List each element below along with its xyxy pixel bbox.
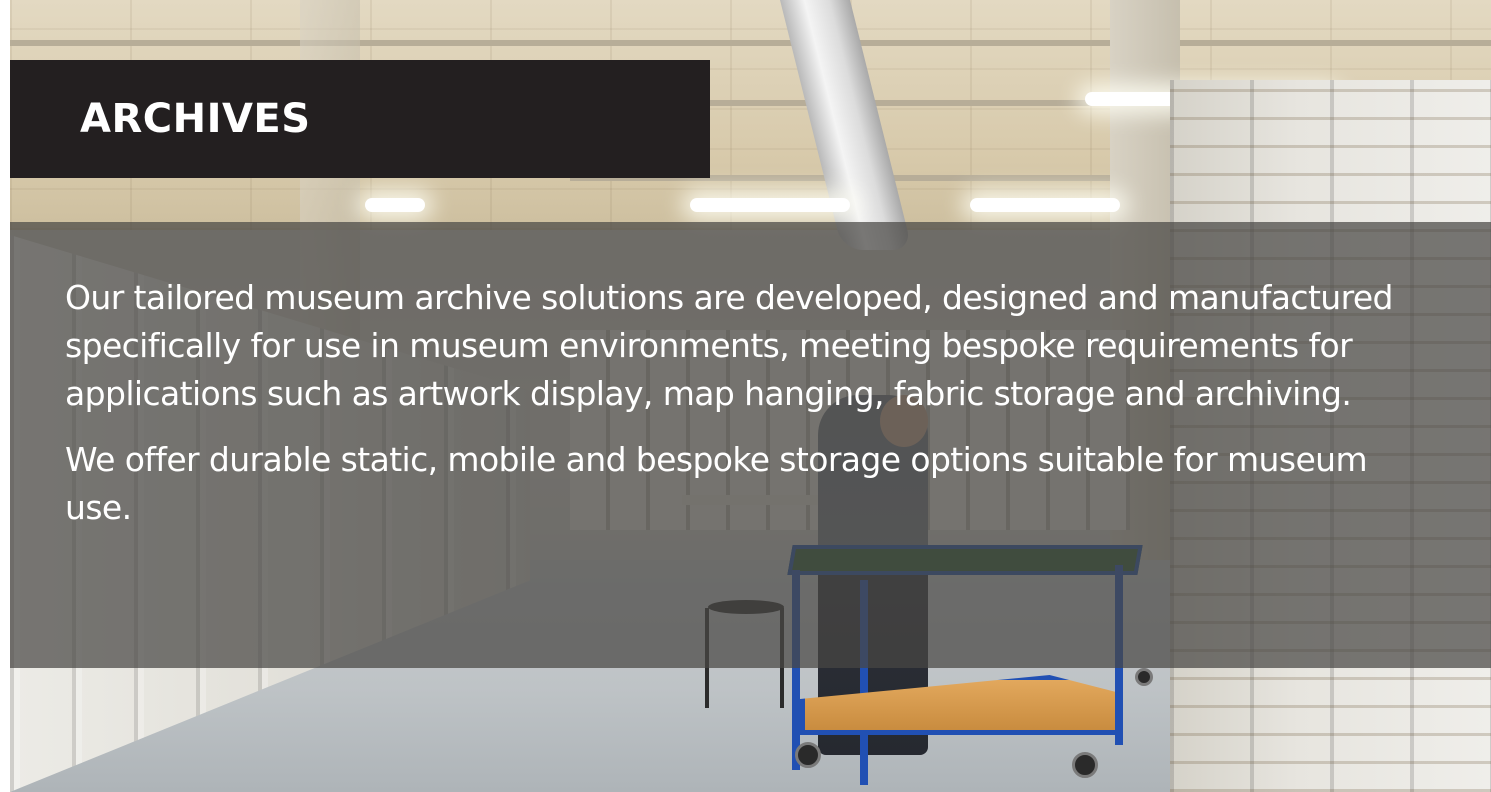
- page-title: ARCHIVES: [80, 96, 311, 142]
- description-paragraph-2: We offer durable static, mobile and besp…: [65, 440, 1368, 527]
- description-panel: Our tailored museum archive solutions ar…: [10, 222, 1491, 668]
- description-paragraph-1: Our tailored museum archive solutions ar…: [65, 278, 1393, 413]
- ceiling-beam: [10, 40, 1491, 46]
- ceiling-light: [970, 198, 1120, 212]
- trolley-wheel: [795, 742, 821, 768]
- title-bar: ARCHIVES: [10, 60, 710, 178]
- ceiling-light: [365, 198, 425, 212]
- trolley-wheel: [1072, 752, 1098, 778]
- ceiling-light: [690, 198, 850, 212]
- trolley-wheel: [1135, 668, 1153, 686]
